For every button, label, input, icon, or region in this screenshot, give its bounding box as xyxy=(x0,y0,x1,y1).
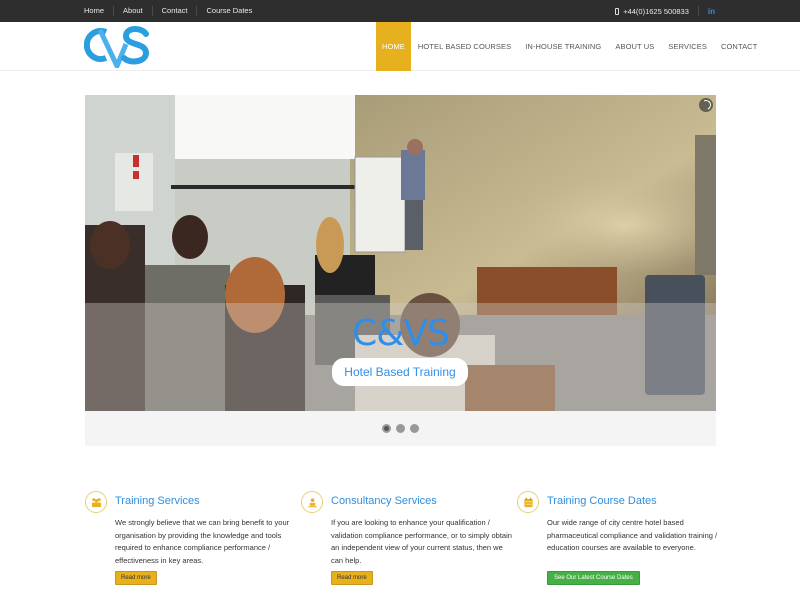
linkedin-icon[interactable]: in xyxy=(708,7,715,16)
slide-dot-3[interactable] xyxy=(410,424,419,433)
phone-icon xyxy=(615,7,620,15)
nav-home[interactable]: HOME xyxy=(376,22,411,71)
phone-number: +44(0)1625 500833 xyxy=(623,6,689,16)
see-course-dates-button[interactable]: See Our Latest Course Dates xyxy=(547,571,640,585)
loading-spinner-icon xyxy=(699,98,713,112)
nav-in-house-training[interactable]: IN-HOUSE TRAINING xyxy=(518,22,608,71)
nav-contact[interactable]: CONTACT xyxy=(714,22,764,71)
nav-about-us[interactable]: ABOUT US xyxy=(608,22,661,71)
hero-subtitle-button[interactable]: Hotel Based Training xyxy=(332,358,468,386)
top-links: Home About Contact Course Dates xyxy=(84,0,261,22)
hero-slider[interactable]: C&VS Hotel Based Training xyxy=(85,95,716,411)
read-more-button[interactable]: Read more xyxy=(331,571,373,585)
slide-dot-1[interactable] xyxy=(382,424,391,433)
feature-text: Our wide range of city centre hotel base… xyxy=(547,518,718,552)
group-icon xyxy=(85,491,107,513)
top-link-course-dates[interactable]: Course Dates xyxy=(196,6,261,16)
feature-text: If you are looking to enhance your quali… xyxy=(331,518,512,565)
user-icon xyxy=(301,491,323,513)
read-more-button[interactable]: Read more xyxy=(115,571,157,585)
top-bar: Home About Contact Course Dates +44(0)16… xyxy=(0,0,800,22)
top-contact: +44(0)1625 500833 in xyxy=(615,0,715,22)
calendar-icon xyxy=(517,491,539,513)
divider xyxy=(697,6,699,16)
top-link-about[interactable]: About xyxy=(113,6,152,16)
top-link-contact[interactable]: Contact xyxy=(151,6,197,16)
cvs-logo[interactable] xyxy=(84,24,150,68)
top-link-home[interactable]: Home xyxy=(84,6,113,16)
feature-title[interactable]: Training Course Dates xyxy=(547,495,657,507)
header: HOME HOTEL BASED COURSES IN-HOUSE TRAINI… xyxy=(0,22,800,71)
slide-dot-2[interactable] xyxy=(396,424,405,433)
main-nav: HOME HOTEL BASED COURSES IN-HOUSE TRAINI… xyxy=(376,22,764,71)
feature-title[interactable]: Training Services xyxy=(115,495,200,507)
feature-title[interactable]: Consultancy Services xyxy=(331,495,437,507)
nav-hotel-based-courses[interactable]: HOTEL BASED COURSES xyxy=(411,22,518,71)
slider-pagination xyxy=(85,411,716,446)
feature-text: We strongly believe that we can bring be… xyxy=(115,518,290,565)
nav-services[interactable]: SERVICES xyxy=(661,22,714,71)
hero-title: C&VS xyxy=(352,313,450,354)
